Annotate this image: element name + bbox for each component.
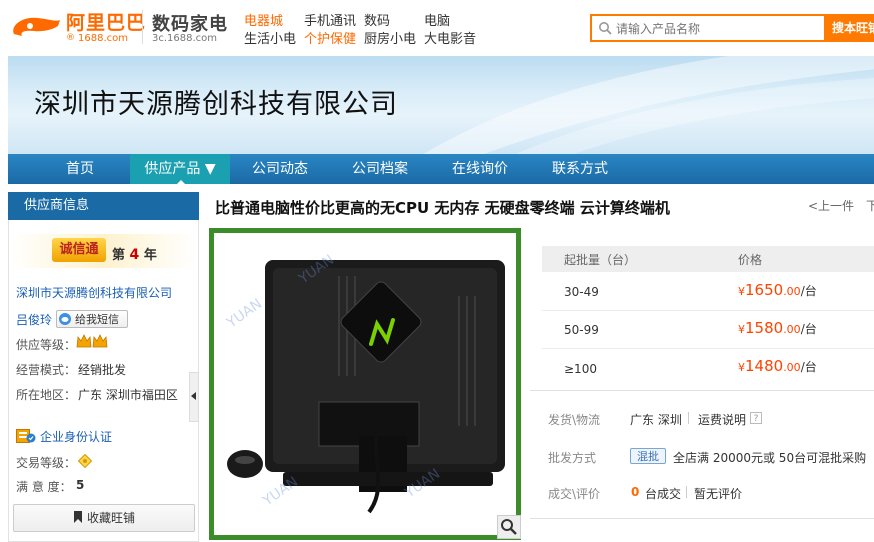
nav-active-indicator bbox=[176, 180, 186, 185]
product-title: 比普通电脑性价比更高的无CPU 无内存 无硬盘零终端 云计算终端机 bbox=[215, 199, 670, 217]
collapse-arrow-icon bbox=[191, 392, 196, 400]
topnav-big-appliances[interactable]: 大电影音 bbox=[424, 28, 476, 47]
tier-price: ¥1480.00/台 bbox=[738, 357, 817, 375]
wholesale-label: 批发方式 bbox=[548, 451, 597, 465]
qty-column-header: 起批量（台） bbox=[564, 253, 637, 267]
banner-decoration bbox=[423, 56, 874, 154]
tier-price-dec: .00 bbox=[783, 323, 801, 336]
business-mode-label: 经营模式： bbox=[16, 363, 77, 377]
inline-divider bbox=[688, 412, 689, 424]
tier-currency: ¥ bbox=[738, 323, 745, 336]
bookmark-icon bbox=[73, 511, 82, 523]
enterprise-certification-link[interactable]: 企业身份认证 bbox=[40, 428, 112, 445]
favorite-shop-label: 收藏旺铺 bbox=[86, 511, 135, 525]
tier-price-dec: .00 bbox=[783, 361, 801, 374]
row-divider bbox=[542, 348, 874, 349]
tier-price: ¥1650.00/台 bbox=[738, 281, 817, 299]
zoom-button[interactable] bbox=[497, 515, 521, 539]
mix-batch-text: 全店满 20000元或 50台可混批采购 bbox=[673, 451, 867, 465]
nav-inquiry[interactable]: 在线询价 bbox=[430, 154, 530, 184]
tier-price-int: 1650 bbox=[745, 281, 784, 299]
topnav-digital[interactable]: 数码 bbox=[364, 10, 390, 29]
company-title: 深圳市天源腾创科技有限公司 bbox=[34, 89, 398, 120]
tier-price-int: 1480 bbox=[745, 357, 784, 375]
trade-level-badge-icon bbox=[78, 454, 92, 468]
tier-qty: 30-49 bbox=[564, 285, 599, 299]
product-image[interactable]: YUAN YUAN YUAN YUAN bbox=[219, 236, 515, 532]
price-column-header: 价格 bbox=[738, 253, 763, 267]
tier-unit: /台 bbox=[800, 360, 817, 374]
nav-news[interactable]: 公司动态 bbox=[230, 154, 330, 184]
trust-suffix: 年 bbox=[143, 248, 157, 263]
topnav-small-appliances[interactable]: 生活小电 bbox=[244, 28, 296, 47]
trust-prefix: 第 bbox=[112, 248, 126, 263]
magnifier-icon bbox=[501, 519, 517, 535]
search-input[interactable] bbox=[614, 16, 818, 42]
topnav-personal-care[interactable]: 个护保健 bbox=[304, 28, 356, 47]
contact-name-link[interactable]: 吕俊玲 bbox=[16, 311, 52, 328]
deal-count: 0 bbox=[631, 485, 640, 499]
channel-domain: 3c.1688.com bbox=[152, 33, 218, 44]
location-value: 广东 深圳市福田区 bbox=[78, 388, 178, 402]
tier-currency: ¥ bbox=[738, 361, 745, 374]
nav-contact[interactable]: 联系方式 bbox=[530, 154, 630, 184]
tier-price: ¥1580.00/台 bbox=[738, 319, 817, 337]
brand-domain[interactable]: 1688.com bbox=[78, 33, 128, 44]
wangwang-icon bbox=[59, 313, 71, 325]
inline-divider bbox=[686, 486, 687, 498]
nav-profile[interactable]: 公司档案 bbox=[330, 154, 430, 184]
alibaba-logo-icon[interactable] bbox=[8, 12, 64, 42]
topnav-kitchen[interactable]: 厨房小电 bbox=[364, 28, 416, 47]
trade-level-label: 交易等级： bbox=[16, 456, 77, 470]
brand-name[interactable]: 阿里巴巴 bbox=[66, 8, 146, 35]
trust-years-value: 4 bbox=[129, 247, 140, 263]
satisfaction-value: 5 bbox=[76, 478, 85, 492]
favorite-shop-button[interactable]: 收藏旺铺 bbox=[13, 504, 195, 532]
help-icon[interactable]: ? bbox=[750, 412, 762, 424]
logo-divider bbox=[142, 10, 143, 44]
location-label: 所在地区： bbox=[16, 388, 77, 402]
supply-level-label: 供应等级： bbox=[16, 338, 77, 352]
chengxintong-logo[interactable]: 诚信通 bbox=[52, 238, 106, 262]
search-icon bbox=[599, 22, 612, 35]
shipping-info-link[interactable]: 运费说明 bbox=[698, 411, 746, 428]
previous-product-link[interactable]: <上一件 bbox=[808, 197, 854, 214]
next-product-link[interactable]: 下 bbox=[866, 197, 874, 214]
shipping-label: 发货\物流 bbox=[548, 413, 601, 427]
trust-years: 第 4 年 bbox=[112, 244, 157, 263]
row-divider bbox=[542, 310, 874, 311]
topnav-computers[interactable]: 电脑 bbox=[424, 10, 450, 29]
certification-icon bbox=[16, 429, 36, 443]
supply-level-crowns-icon bbox=[76, 334, 108, 348]
nav-home[interactable]: 首页 bbox=[30, 154, 130, 184]
satisfaction-label: 满 意 度： bbox=[16, 480, 72, 494]
tier-currency: ¥ bbox=[738, 285, 745, 298]
tier-qty: 50-99 bbox=[564, 323, 599, 337]
section-divider bbox=[530, 390, 874, 391]
tier-unit: /台 bbox=[800, 284, 817, 298]
topnav-electrical-city[interactable]: 电器城 bbox=[244, 10, 283, 29]
section-divider bbox=[530, 518, 874, 519]
tier-price-dec: .00 bbox=[783, 285, 801, 298]
mix-batch-tag[interactable]: 混批 bbox=[630, 448, 666, 464]
brand-reg-mark: ® bbox=[66, 33, 75, 43]
deal-unit: 台成交 bbox=[645, 487, 682, 501]
tier-qty: ≥100 bbox=[564, 362, 597, 376]
tier-unit: /台 bbox=[800, 322, 817, 336]
supplier-company-link[interactable]: 深圳市天源腾创科技有限公司 bbox=[16, 284, 172, 301]
search-shop-button[interactable]: 搜本旺铺 bbox=[824, 14, 874, 42]
topnav-phones[interactable]: 手机通讯 bbox=[304, 10, 356, 29]
business-mode-value: 经销批发 bbox=[78, 363, 127, 377]
review-status: 暂无评价 bbox=[694, 487, 743, 501]
deal-review-label: 成交\评价 bbox=[548, 487, 601, 501]
shipping-from: 广东 深圳 bbox=[630, 413, 682, 427]
supplier-info-header: 供应商信息 bbox=[8, 192, 199, 220]
tier-price-int: 1580 bbox=[745, 319, 784, 337]
